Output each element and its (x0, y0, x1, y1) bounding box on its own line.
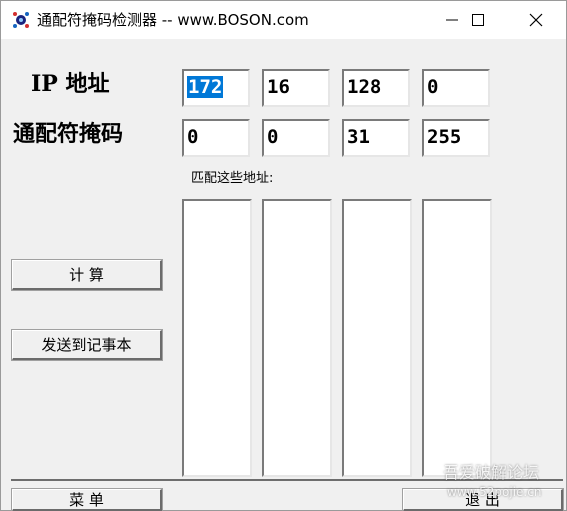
close-button[interactable] (513, 1, 559, 39)
close-icon (529, 13, 543, 27)
result-list-octet-4[interactable] (422, 199, 492, 477)
ip-address-label: IP 地址 (31, 71, 110, 97)
calculate-button-label: 计 算 (69, 266, 104, 284)
maximize-icon (472, 14, 484, 26)
ip-octet-2-field[interactable]: 16 (262, 69, 330, 107)
mask-octet-2-value: 0 (267, 126, 279, 148)
window-title: 通配符掩码检测器 -- www.BOSON.com (37, 11, 309, 29)
ip-octet-1-value: 172 (187, 76, 224, 98)
app-icon (13, 12, 29, 28)
ip-octet-3-field[interactable]: 128 (342, 69, 410, 107)
ip-octet-3-value: 128 (347, 76, 382, 98)
mask-octet-2-field[interactable]: 0 (262, 119, 330, 157)
result-list-octet-3[interactable] (342, 199, 412, 477)
app-window: 通配符掩码检测器 -- www.BOSON.com IP 地址 通配符掩码 17… (0, 0, 567, 511)
ip-octet-1-field[interactable]: 172 (182, 69, 250, 107)
send-to-notepad-button-label: 发送到记事本 (41, 336, 132, 354)
mask-octet-4-value: 255 (427, 126, 462, 148)
result-list-octet-2[interactable] (262, 199, 332, 477)
result-list-octet-1[interactable] (182, 199, 252, 477)
wildcard-mask-label: 通配符掩码 (13, 121, 124, 147)
mask-octet-1-field[interactable]: 0 (182, 119, 250, 157)
mask-octet-1-value: 0 (187, 126, 199, 148)
mask-octet-3-field[interactable]: 31 (342, 119, 410, 157)
menu-button[interactable]: 菜 单 (11, 488, 163, 511)
title-bar[interactable]: 通配符掩码检测器 -- www.BOSON.com (1, 1, 566, 39)
mask-octet-4-field[interactable]: 255 (422, 119, 490, 157)
send-to-notepad-button[interactable]: 发送到记事本 (11, 329, 163, 361)
ip-octet-2-value: 16 (267, 76, 290, 98)
ip-octet-4-value: 0 (427, 76, 439, 98)
matching-addresses-label: 匹配这些地址: (191, 171, 274, 186)
mask-octet-3-value: 31 (347, 126, 370, 148)
watermark-url: www.52pojie.cn (447, 485, 542, 499)
maximize-button[interactable] (455, 1, 501, 39)
calculate-button[interactable]: 计 算 (11, 259, 163, 291)
watermark-title: 吾爱破解论坛 (443, 463, 540, 482)
ip-octet-4-field[interactable]: 0 (422, 69, 490, 107)
menu-button-label: 菜 单 (69, 491, 104, 509)
